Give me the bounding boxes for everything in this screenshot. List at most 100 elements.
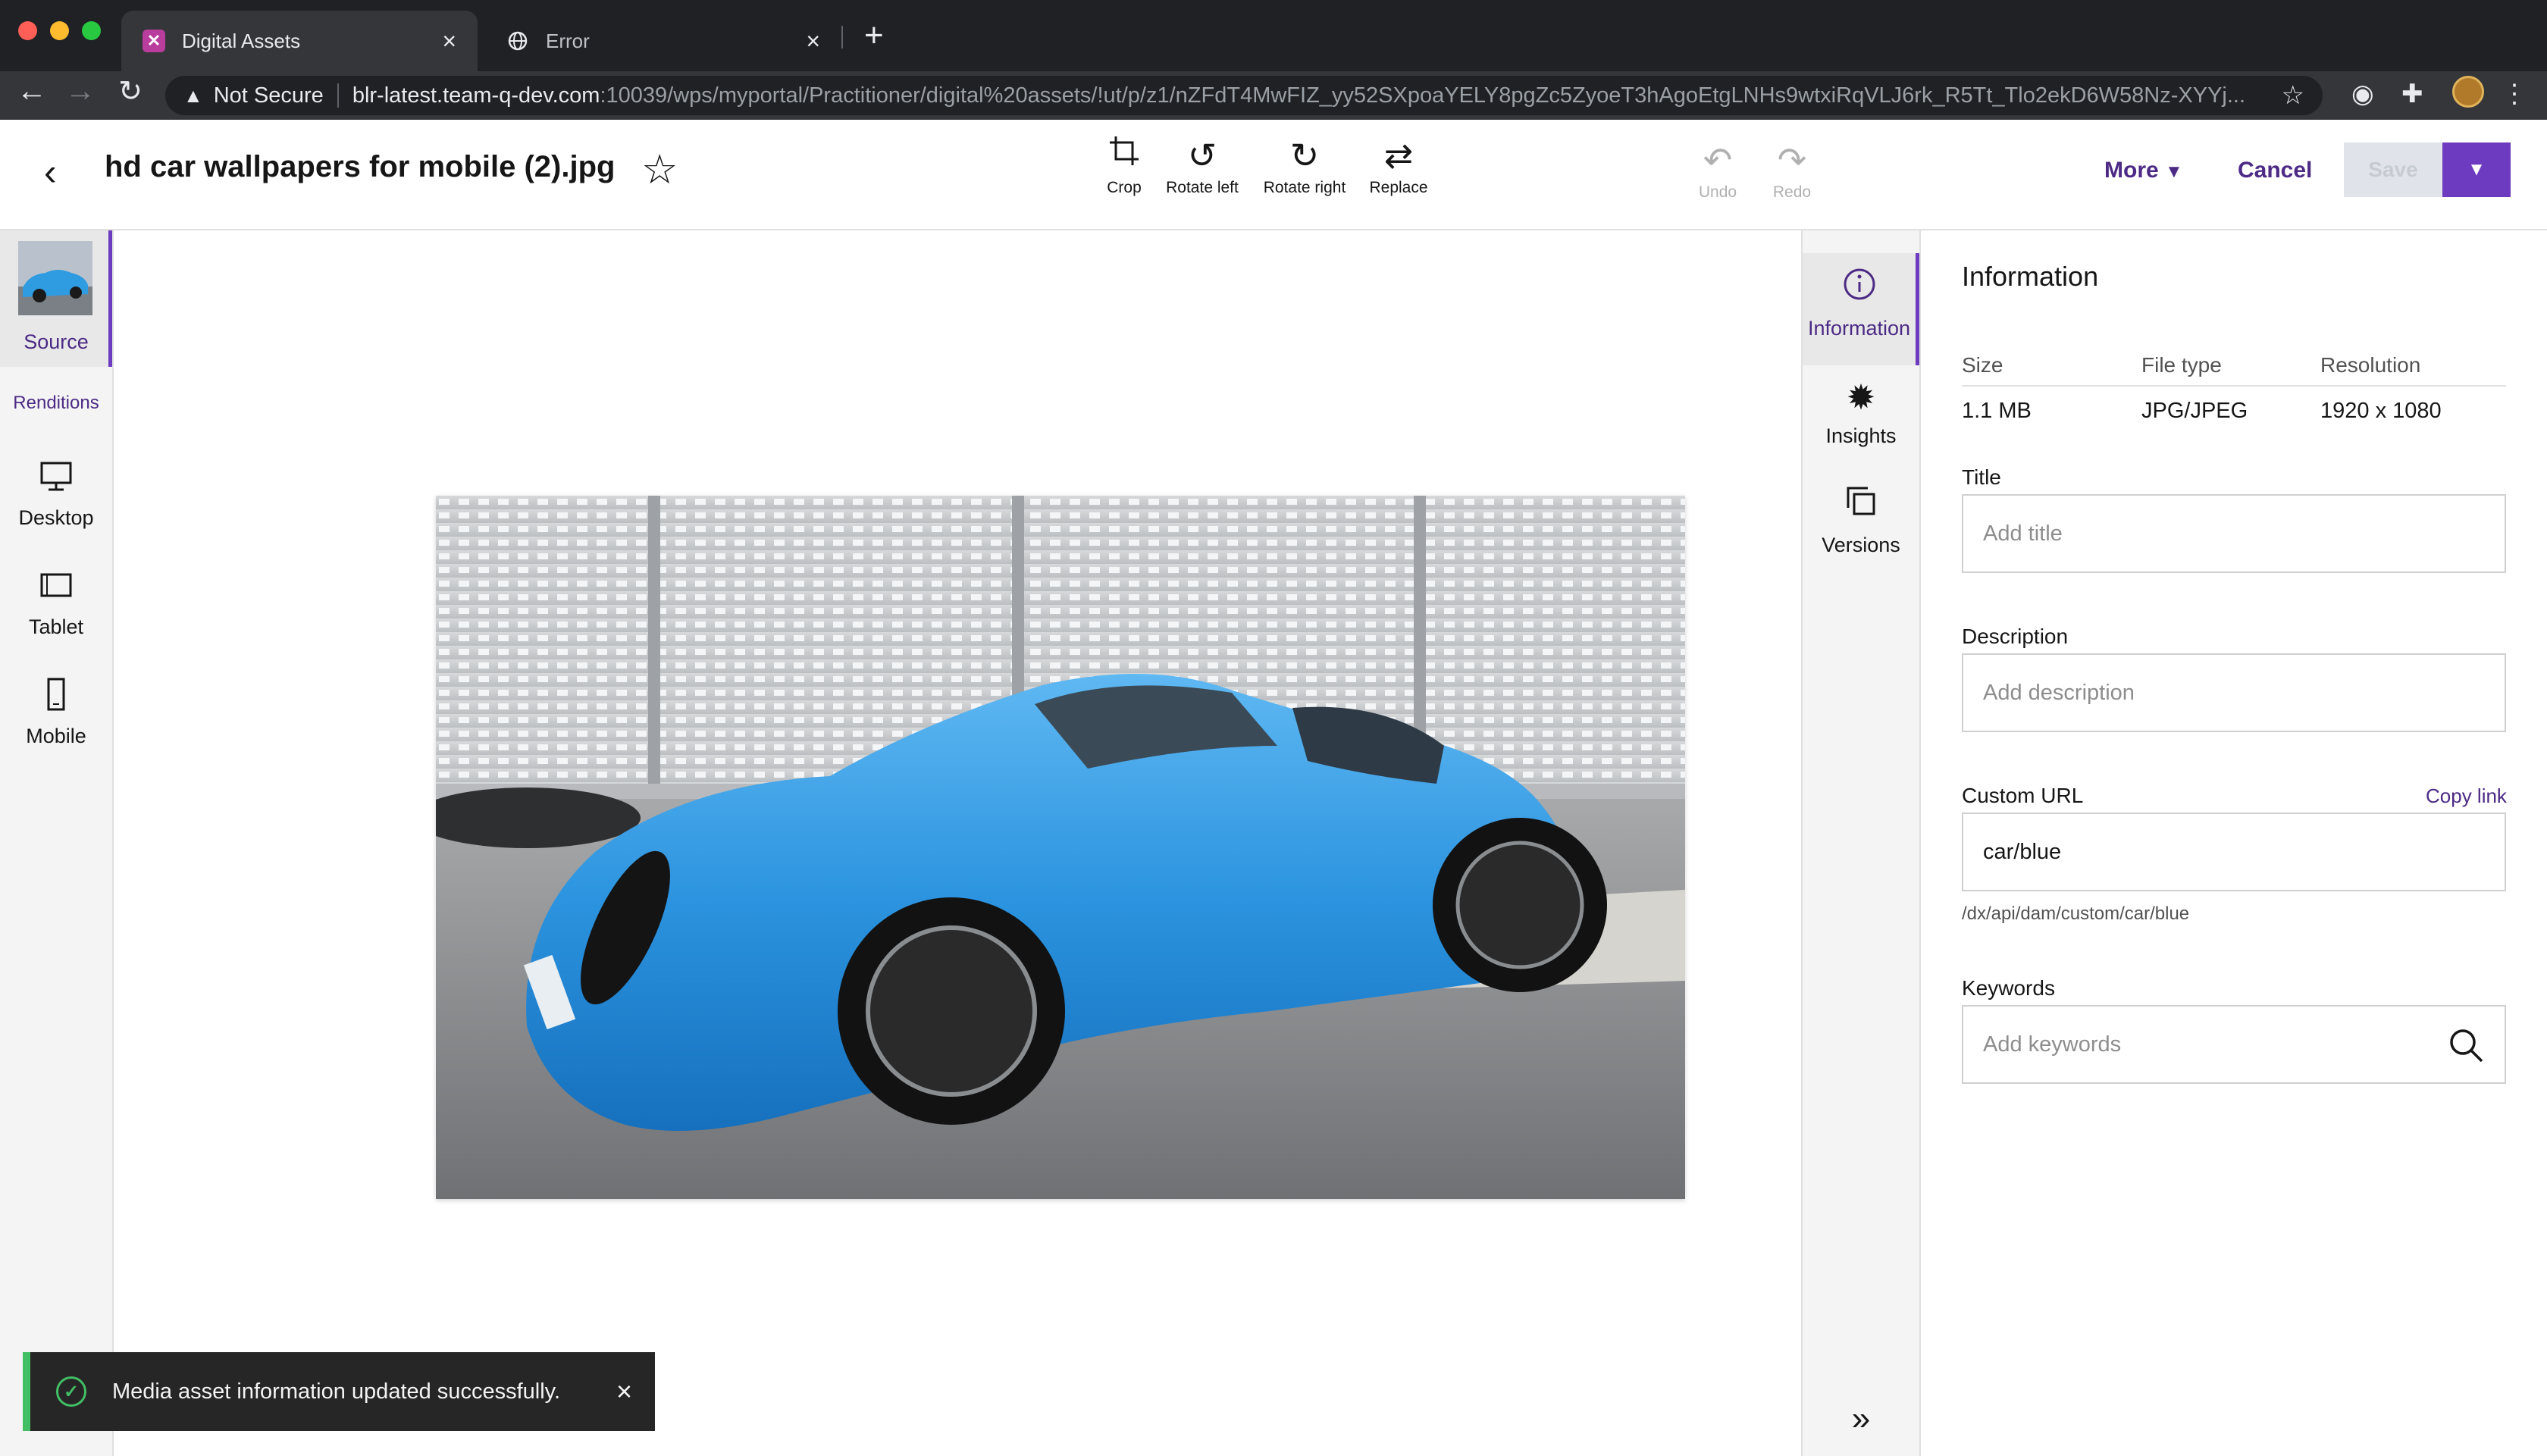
warning-icon: ▲ — [183, 83, 203, 107]
undo-icon: ↶ — [1703, 140, 1733, 180]
meta-divider — [1962, 385, 2506, 387]
search-icon[interactable] — [2447, 1026, 2485, 1064]
window-maximize-button[interactable] — [82, 21, 101, 40]
favorite-star-icon[interactable]: ☆ — [641, 146, 678, 193]
extension-icon[interactable]: ◉ — [2351, 79, 2374, 109]
globe-icon — [506, 30, 529, 52]
keywords-field[interactable] — [1962, 1005, 2506, 1084]
info-icon — [1803, 267, 1916, 317]
window-minimize-button[interactable] — [50, 21, 69, 40]
tab-information[interactable]: Information — [1803, 253, 1919, 365]
custom-url-field[interactable] — [1962, 813, 2506, 891]
description-input[interactable] — [1983, 680, 2485, 706]
rotate-right-button[interactable]: ↻ Rotate right — [1260, 133, 1349, 197]
size-value: 1.1 MB — [1962, 399, 2032, 423]
success-toast: ✓ Media asset information updated succes… — [23, 1352, 655, 1431]
toast-message: Media asset information updated successf… — [112, 1379, 561, 1404]
custom-url-input[interactable] — [1983, 839, 2485, 865]
portal-favicon-icon: ✕ — [143, 30, 165, 52]
description-label: Description — [1962, 625, 2069, 648]
arrow-left-icon[interactable]: ‹ — [44, 150, 57, 194]
rendition-desktop-label: Desktop — [18, 506, 94, 529]
rendition-tablet[interactable]: Tablet — [0, 568, 112, 639]
puzzle-icon[interactable]: ✚ — [2401, 79, 2423, 109]
crop-button[interactable]: Crop — [1096, 133, 1152, 197]
tab-close-icon[interactable]: × — [442, 27, 456, 55]
rotate-left-label: Rotate left — [1166, 179, 1239, 196]
caret-down-icon: ▼ — [2165, 161, 2183, 182]
renditions-heading: Renditions — [13, 393, 99, 413]
custom-url-label: Custom URL — [1962, 784, 2084, 807]
title-field[interactable] — [1962, 494, 2506, 573]
undo-label: Undo — [1698, 183, 1737, 201]
cancel-button[interactable]: Cancel — [2238, 158, 2312, 183]
rotate-right-icon: ↻ — [1289, 136, 1320, 175]
caret-down-icon: ▼ — [2467, 159, 2486, 180]
save-options-button[interactable]: ▼ — [2442, 142, 2511, 197]
url-path: :10039/wps/myportal/Practitioner/digital… — [600, 83, 2246, 108]
back-icon[interactable]: ← — [11, 74, 53, 108]
crop-icon — [1096, 133, 1152, 179]
toast-close-icon[interactable]: × — [616, 1376, 632, 1407]
url-host: blr-latest.team-q-dev.com — [352, 83, 600, 108]
browser-tab-error[interactable]: Error × — [485, 11, 841, 71]
window-close-button[interactable] — [18, 21, 37, 40]
browser-tab-digital-assets[interactable]: ✕ Digital Assets × — [121, 11, 478, 71]
source-label: Source — [23, 330, 89, 353]
title-label: Title — [1962, 465, 2001, 489]
forward-icon[interactable]: → — [59, 74, 102, 108]
keywords-input[interactable] — [1983, 1032, 2485, 1057]
browser-tab-bar: ✕ Digital Assets × Error × + — [0, 0, 2547, 71]
tablet-icon — [0, 568, 112, 615]
mobile-icon — [0, 678, 112, 725]
rendition-mobile[interactable]: Mobile — [0, 678, 112, 748]
asset-title: hd car wallpapers for mobile (2).jpg — [105, 150, 616, 183]
asset-image[interactable] — [436, 496, 1685, 1199]
reload-icon[interactable]: ↻ — [109, 74, 152, 108]
profile-avatar[interactable] — [2452, 76, 2484, 108]
panel-title: Information — [1962, 261, 2099, 292]
undo-button[interactable]: ↶ Undo — [1695, 138, 1740, 202]
renditions-rail: Source Renditions Desktop Tablet Mobile — [0, 230, 114, 1456]
keywords-label: Keywords — [1962, 976, 2055, 1000]
desktop-icon — [0, 459, 112, 506]
bookmark-star-icon[interactable]: ☆ — [2273, 80, 2304, 111]
source-rendition-item[interactable]: Source — [0, 230, 112, 367]
title-input[interactable] — [1983, 521, 2485, 546]
details-rail: Information ✹ Insights Versions » — [1801, 230, 1921, 1456]
copy-link-button[interactable]: Copy link — [2426, 784, 2507, 808]
replace-button[interactable]: ⇄ Replace — [1366, 133, 1431, 197]
more-menu-button[interactable]: More ▼ — [2104, 158, 2183, 183]
redo-button[interactable]: ↷ Redo — [1771, 138, 1813, 202]
new-tab-button[interactable]: + — [864, 17, 884, 55]
rotate-left-icon: ↺ — [1187, 136, 1217, 175]
file-type-header: File type — [2141, 353, 2222, 377]
description-field[interactable] — [1962, 653, 2506, 732]
replace-icon: ⇄ — [1383, 136, 1414, 175]
tab-versions[interactable]: Versions — [1803, 484, 1919, 557]
crop-label: Crop — [1107, 179, 1142, 196]
insights-icon: ✹ — [1846, 377, 1876, 417]
tab-versions-label: Versions — [1822, 534, 1900, 556]
image-canvas — [114, 230, 1801, 1456]
menu-dots-icon[interactable]: ⋮ — [2502, 79, 2527, 109]
tab-insights[interactable]: ✹ Insights — [1803, 374, 1919, 448]
asset-editor-header: ‹ hd car wallpapers for mobile (2).jpg ☆… — [0, 120, 2547, 230]
tab-separator — [841, 26, 843, 49]
replace-label: Replace — [1369, 179, 1428, 196]
source-thumbnail — [18, 241, 92, 315]
rendition-mobile-label: Mobile — [26, 725, 86, 747]
resolution-header: Resolution — [2320, 353, 2421, 377]
redo-icon: ↷ — [1777, 140, 1807, 180]
expand-panel-icon[interactable]: » — [1803, 1400, 1919, 1438]
address-separator — [337, 83, 339, 108]
checkmark-circle-icon: ✓ — [56, 1376, 86, 1407]
security-label: Not Secure — [213, 83, 324, 108]
address-bar[interactable]: ▲ Not Secure blr-latest.team-q-dev.com:1… — [165, 76, 2323, 115]
resolution-value: 1920 x 1080 — [2320, 399, 2442, 423]
tab-close-icon[interactable]: × — [806, 27, 820, 55]
rendition-desktop[interactable]: Desktop — [0, 459, 112, 530]
tab-insights-label: Insights — [1825, 424, 1897, 447]
save-button[interactable]: Save — [2344, 142, 2442, 197]
rotate-left-button[interactable]: ↺ Rotate left — [1164, 133, 1240, 197]
